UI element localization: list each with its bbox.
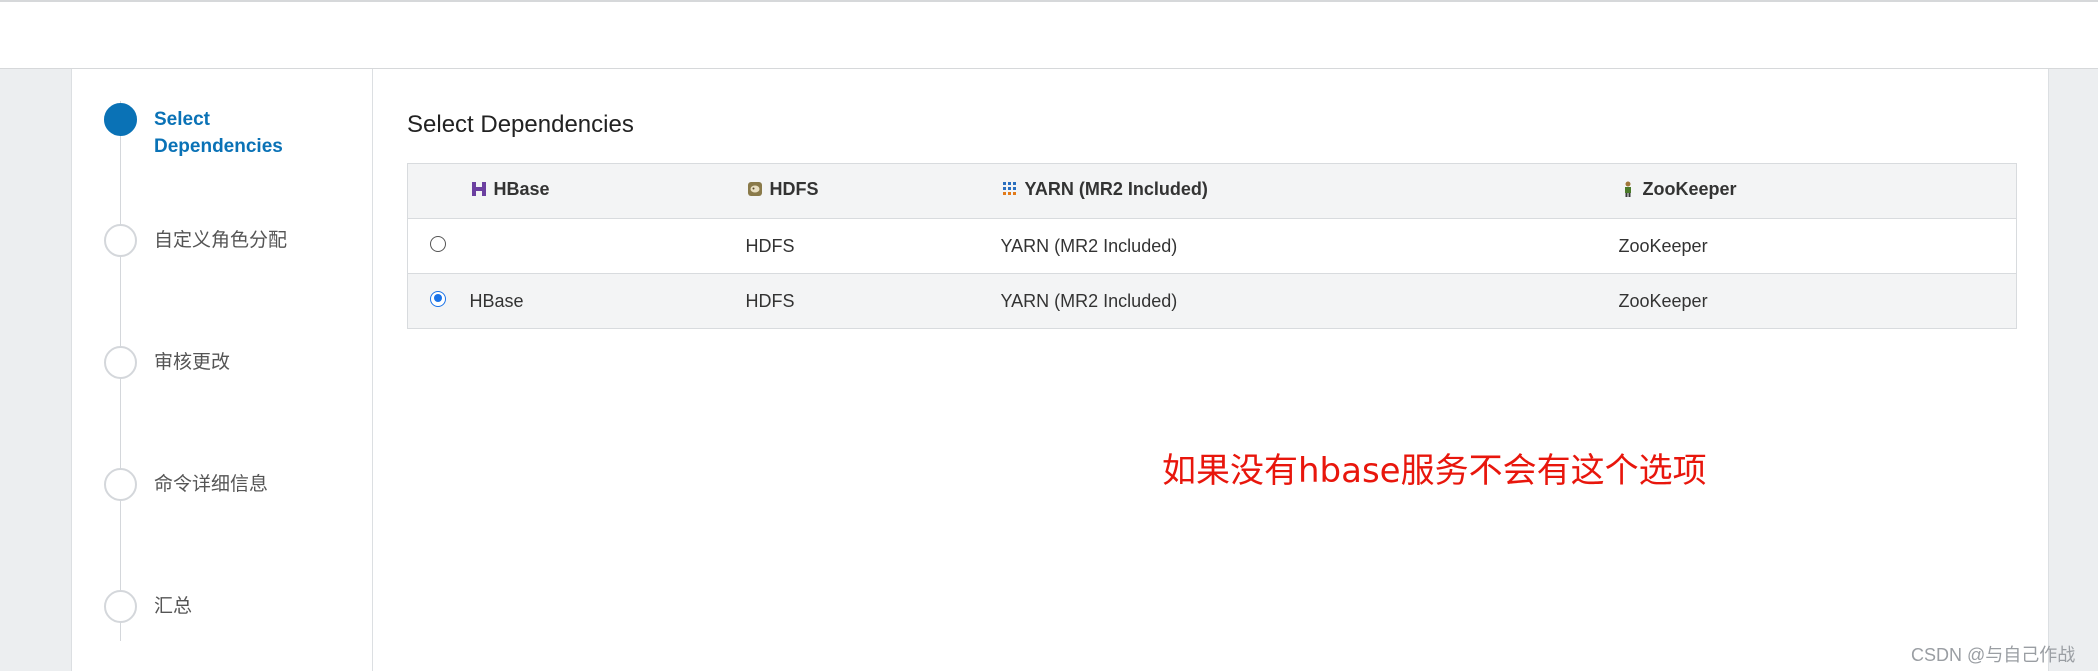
cell-hbase: HBase — [469, 273, 746, 329]
watermark: CSDN @与自己作战 — [1911, 645, 2076, 665]
top-header-bar — [0, 0, 2098, 69]
step-indicator-icon — [104, 346, 137, 379]
header-label: HBase — [493, 178, 550, 199]
zookeeper-icon — [1624, 181, 1631, 198]
cell-zookeeper: ZooKeeper — [1618, 273, 2017, 329]
step-label: 自定义角色分配 — [154, 230, 288, 251]
row-select-cell[interactable] — [407, 218, 470, 274]
step-indicator-icon — [104, 103, 137, 136]
dependency-radio-button[interactable] — [430, 290, 446, 307]
hbase-icon — [471, 182, 486, 197]
header-label: HDFS — [769, 178, 819, 199]
step-label: 审核更改 — [154, 352, 231, 373]
column-header-hbase: HBase — [469, 163, 746, 219]
cell-yarn: YARN (MR2 Included) — [1000, 218, 1619, 274]
cell-yarn: YARN (MR2 Included) — [1000, 273, 1619, 329]
table-header-row: HBase HDFS YARN (MR2 Included) ZooKeeper — [407, 163, 2017, 219]
cell-zookeeper: ZooKeeper — [1618, 218, 2017, 274]
header-label: YARN (MR2 Included) — [1024, 178, 1208, 199]
step-label: Select Dependencies — [154, 109, 283, 157]
table-row[interactable]: HDFS YARN (MR2 Included) ZooKeeper — [407, 218, 2017, 274]
step-indicator-icon — [104, 590, 137, 623]
column-header-yarn: YARN (MR2 Included) — [1000, 163, 1619, 219]
step-indicator-icon — [104, 468, 137, 501]
radio-column-header — [407, 163, 470, 219]
column-header-hdfs: HDFS — [745, 163, 1001, 219]
column-header-zookeeper: ZooKeeper — [1618, 163, 2017, 219]
page-title: Select Dependencies — [407, 111, 634, 138]
step-label: 命令详细信息 — [154, 474, 269, 495]
wizard-sidebar: Select Dependencies 自定义角色分配 审核更改 命令详细信息 … — [72, 69, 373, 671]
cell-hdfs: HDFS — [745, 273, 1001, 329]
table-row[interactable]: HBase HDFS YARN (MR2 Included) ZooKeeper — [407, 273, 2017, 329]
step-indicator-icon — [104, 224, 137, 257]
header-label: ZooKeeper — [1642, 178, 1737, 199]
row-select-cell[interactable] — [407, 273, 470, 329]
yarn-icon — [1002, 182, 1016, 196]
dependencies-table: HBase HDFS YARN (MR2 Included) ZooKeeper… — [407, 163, 2017, 329]
cell-hbase — [469, 218, 746, 274]
hdfs-icon — [747, 182, 762, 197]
dependency-radio-button[interactable] — [430, 235, 446, 252]
wizard-panel: Select Dependencies 自定义角色分配 审核更改 命令详细信息 … — [71, 69, 2049, 671]
step-label: 汇总 — [154, 596, 193, 617]
annotation-note: 如果没有hbase服务不会有这个选项 — [1162, 451, 1707, 491]
cell-hdfs: HDFS — [745, 218, 1001, 274]
main-content: Select Dependencies HBase HDFS YARN (MR2… — [407, 109, 2017, 329]
